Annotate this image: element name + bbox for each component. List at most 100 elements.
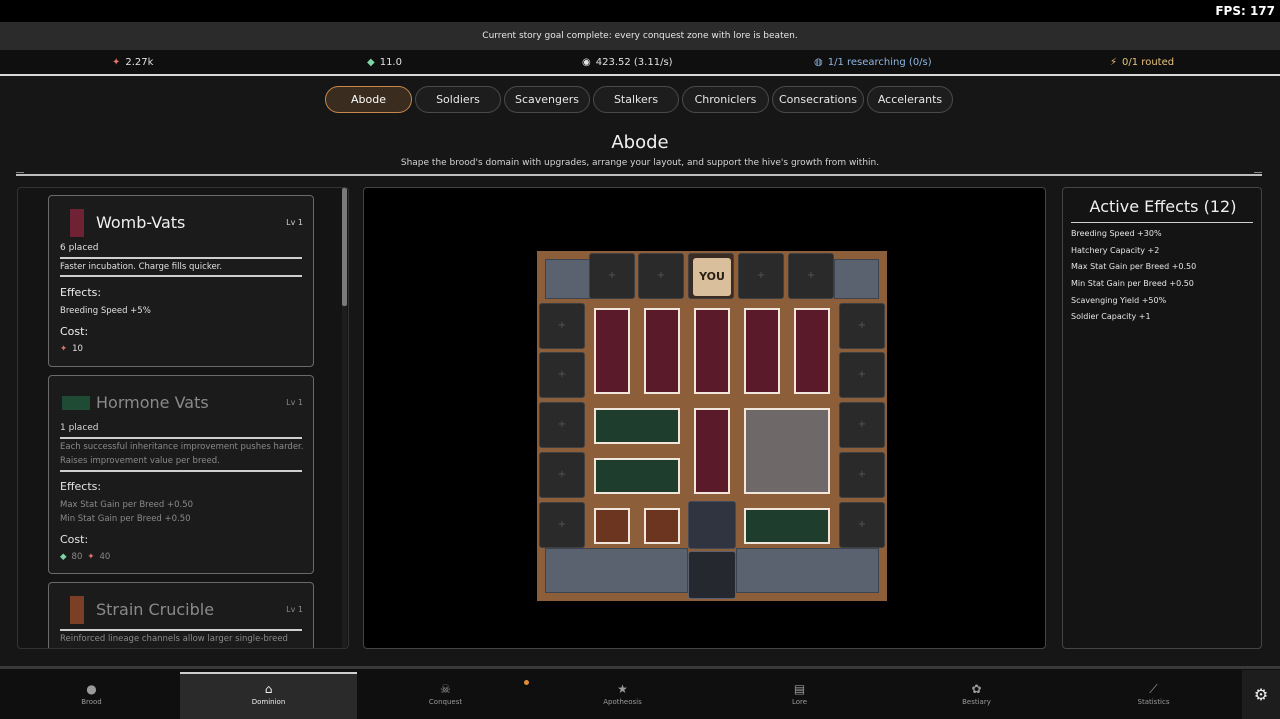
active-effects-title: Active Effects (12): [1089, 197, 1237, 216]
upgrade-card-womb-vats[interactable]: Womb-Vats Lv 1 6 placed Faster incubatio…: [48, 195, 314, 367]
lightning-icon: ⚡: [1110, 57, 1118, 68]
page-subtitle: Shape the brood's domain with upgrades, …: [400, 158, 880, 168]
womb-vat-tile[interactable]: [694, 408, 730, 494]
upgrade-list[interactable]: Womb-Vats Lv 1 6 placed Faster incubatio…: [17, 187, 349, 649]
nav-dominion[interactable]: ⌂ Dominion: [180, 672, 357, 719]
tab-consecrations[interactable]: Consecrations: [772, 86, 864, 113]
nav-label: Statistics: [1137, 698, 1170, 706]
settings-gear-icon[interactable]: ⚙: [1242, 670, 1280, 719]
nav-label: Bestiary: [962, 698, 991, 706]
page-title: Abode: [611, 132, 669, 153]
hormone-vat-tile[interactable]: [594, 408, 680, 444]
empty-slot[interactable]: +: [839, 352, 885, 398]
card-divider: [60, 275, 302, 277]
card-description: Raises improvement value per breed.: [60, 456, 220, 466]
top-bar: FPS: 177: [0, 0, 1280, 22]
nav-label: Conquest: [428, 698, 463, 706]
card-divider: [60, 437, 302, 439]
nav-label: Brood: [81, 698, 102, 706]
empty-slot[interactable]: +: [839, 502, 885, 548]
hormone-vat-tile[interactable]: [594, 458, 680, 494]
resource-essence: ◉ 423.52 (3.11/s): [582, 50, 673, 76]
resource-routed[interactable]: ⚡ 0/1 routed: [1110, 50, 1174, 76]
pool-tile: [736, 548, 879, 593]
nav-lore[interactable]: ▤ Lore: [711, 674, 888, 719]
womb-vat-tile[interactable]: [644, 308, 680, 394]
empty-slot[interactable]: +: [539, 352, 585, 398]
paw-icon: ✿: [971, 682, 982, 696]
card-cost-value: 80: [71, 552, 83, 562]
resource-research[interactable]: ◍ 1/1 researching (0/s): [814, 50, 932, 76]
active-effect-item: Soldier Capacity +1: [1071, 312, 1151, 322]
empty-slot[interactable]: +: [839, 402, 885, 448]
card-level: Lv 1: [286, 398, 303, 407]
game-screen: FPS: 177 Current story goal complete: ev…: [0, 0, 1280, 719]
strain-crucible-tile[interactable]: [644, 508, 680, 544]
empty-slot[interactable]: +: [539, 452, 585, 498]
tab-scavengers[interactable]: Scavengers: [504, 86, 590, 113]
empty-slot[interactable]: +: [539, 303, 585, 349]
star-icon: ★: [617, 682, 628, 696]
player-marker[interactable]: YOU: [693, 258, 731, 296]
tab-chroniclers[interactable]: Chroniclers: [682, 86, 769, 113]
empty-slot[interactable]: +: [638, 253, 684, 299]
active-effects-list: Breeding Speed +30% Hatchery Capacity +2…: [1071, 228, 1255, 328]
womb-vat-tile[interactable]: [794, 308, 830, 394]
active-effect-item: Breeding Speed +30%: [1071, 229, 1162, 238]
egg-icon: ●: [86, 682, 97, 696]
tab-accelerants[interactable]: Accelerants: [867, 86, 953, 113]
home-icon: ⌂: [264, 682, 273, 696]
empty-slot[interactable]: +: [539, 402, 585, 448]
nav-statistics[interactable]: ⟋ Statistics: [1065, 674, 1242, 719]
hormone-vat-tile[interactable]: [744, 508, 830, 544]
womb-vat-tile[interactable]: [594, 308, 630, 394]
card-effect: Max Stat Gain per Breed +0.50: [60, 500, 194, 510]
gem-icon: ◆: [60, 552, 67, 562]
card-cost-label: Cost:: [60, 325, 89, 338]
flesh-icon: ✦: [60, 344, 68, 354]
tab-abode[interactable]: Abode: [325, 86, 412, 113]
womb-vat-tile[interactable]: [744, 308, 780, 394]
empty-slot[interactable]: +: [839, 303, 885, 349]
nav-apotheosis[interactable]: ★ Apotheosis: [534, 674, 711, 719]
card-level: Lv 1: [286, 218, 303, 227]
active-effect-item: Min Stat Gain per Breed +0.50: [1071, 279, 1194, 289]
upgrade-card-strain-crucible[interactable]: Strain Crucible Lv 1 Reinforced lineage …: [48, 582, 314, 648]
upgrade-card-hormone-vats[interactable]: Hormone Vats Lv 1 1 placed Each successf…: [48, 375, 314, 574]
nav-brood[interactable]: ● Brood: [3, 674, 180, 719]
card-effect: Breeding Speed +5%: [60, 306, 151, 316]
abode-grid: + + YOU + + + + + + + + + + + +: [537, 251, 887, 601]
resource-bar: ✦ 2.27k ◆ 11.0 ◉ 423.52 (3.11/s) ◍ 1/1 resea…: [0, 50, 1280, 76]
womb-vat-icon: [70, 209, 84, 237]
player-slot[interactable]: YOU: [688, 253, 734, 299]
nav-bestiary[interactable]: ✿ Bestiary: [888, 674, 1065, 719]
nav-conquest[interactable]: ☠ Conquest: [357, 674, 534, 719]
womb-vat-tile[interactable]: [694, 308, 730, 394]
skull-icon: ☠: [440, 682, 451, 696]
empty-slot[interactable]: +: [589, 253, 635, 299]
active-effect-item: Hatchery Capacity +2: [1071, 245, 1160, 255]
empty-slot[interactable]: +: [738, 253, 784, 299]
card-cost-value: 40: [99, 552, 111, 562]
tab-stalkers[interactable]: Stalkers: [593, 86, 679, 113]
stone-tile[interactable]: [744, 408, 830, 494]
corridor-slot[interactable]: [688, 501, 736, 549]
empty-slot[interactable]: +: [839, 452, 885, 498]
empty-slot[interactable]: +: [788, 253, 834, 299]
entrance-slot[interactable]: [688, 551, 736, 599]
card-name: Hormone Vats: [96, 393, 209, 412]
strain-crucible-tile[interactable]: [594, 508, 630, 544]
card-effects-label: Effects:: [60, 480, 102, 493]
card-name: Womb-Vats: [96, 213, 186, 232]
chart-icon: ⟋: [1149, 682, 1158, 696]
nav-label: Apotheosis: [603, 698, 642, 706]
book-icon: ▤: [793, 682, 806, 696]
scrollbar-thumb[interactable]: [342, 188, 347, 306]
card-level: Lv 1: [286, 605, 303, 614]
tab-soldiers[interactable]: Soldiers: [415, 86, 501, 113]
pool-tile: [545, 259, 592, 299]
card-effects-label: Effects:: [60, 286, 102, 299]
empty-slot[interactable]: +: [539, 502, 585, 548]
hormone-vat-icon: [62, 396, 90, 410]
card-divider: [60, 257, 302, 259]
